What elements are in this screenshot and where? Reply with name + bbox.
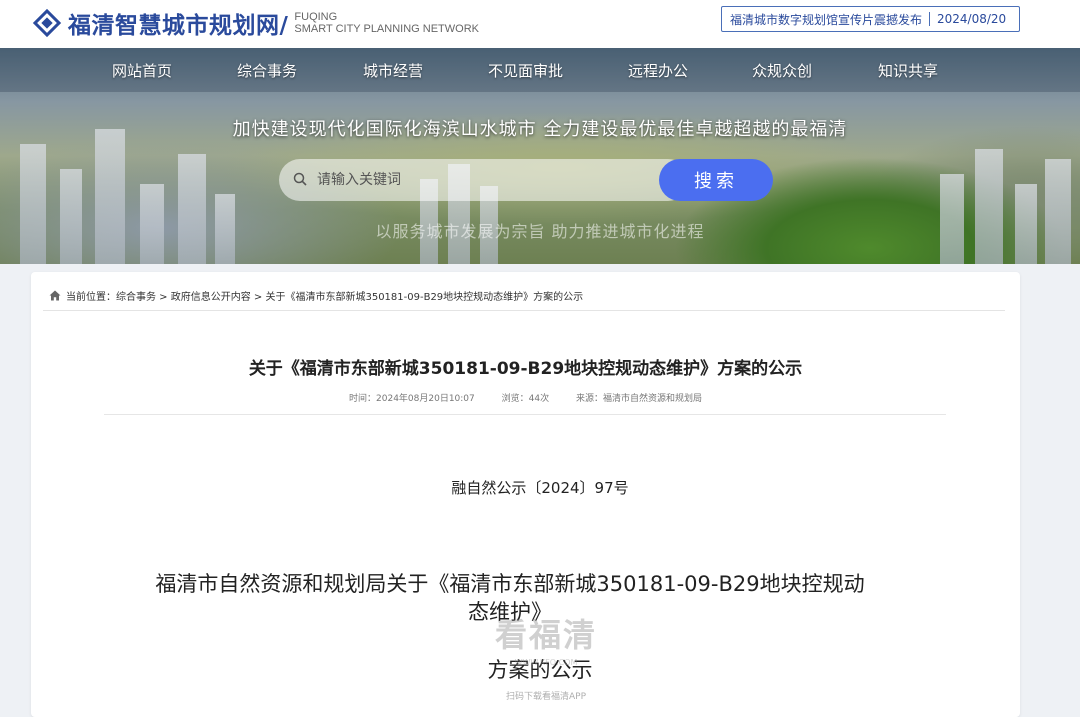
nav-item-home[interactable]: 网站首页 (112, 60, 172, 81)
search-icon (293, 172, 307, 186)
site-subtitle: FUQING SMART CITY PLANNING NETWORK (294, 11, 479, 35)
banner-slogan: 加快建设现代化国际化海滨山水城市 全力建设最优最佳卓越超越的最福清 (232, 119, 848, 140)
document-number: 融自然公示〔2024〕97号 (451, 479, 629, 497)
watermark-name: 看福清 (494, 616, 597, 654)
main-nav: 网站首页 综合事务 城市经营 不见面审批 远程办公 众规众创 知识共享 (0, 48, 1080, 92)
news-ticker[interactable]: 福清城市数字规划馆宣传片震撼发布 2024/08/20 (721, 6, 1020, 32)
banner-sub-slogan: 以服务城市发展为宗旨 助力推进城市化进程 (375, 222, 705, 241)
site-title: 福清智慧城市规划网/ (68, 13, 289, 39)
watermark-line: 扫码下载看福清APP (505, 692, 586, 702)
hero-banner: 网站首页 综合事务 城市经营 不见面审批 远程办公 众规众创 知识共享 加快建设… (0, 48, 1080, 264)
breadcrumb-divider (43, 310, 1005, 311)
nav-item-city-operation[interactable]: 城市经营 (363, 60, 423, 81)
nav-item-general-affairs[interactable]: 综合事务 (237, 60, 297, 81)
breadcrumb-label: 当前位置： (66, 292, 116, 303)
top-header: 福清智慧城市规划网/ FUQING SMART CITY PLANNING NE… (0, 0, 1080, 48)
nav-item-remote-office[interactable]: 远程办公 (628, 60, 688, 81)
body-heading-line-1: 福清市自然资源和规划局关于《福清市东部新城350181-09-B29地块控规动 (155, 572, 865, 596)
watermark-url: WWW.KFQ.COM (514, 658, 578, 667)
site-subtitle-line-2: SMART CITY PLANNING NETWORK (294, 23, 479, 35)
nav-item-public-planning[interactable]: 众规众创 (752, 60, 812, 81)
logo-diamond-icon (32, 8, 62, 38)
news-ticker-text[interactable]: 福清城市数字规划馆宣传片震撼发布 (730, 11, 922, 28)
article-title: 关于《福清市东部新城350181-09-B29地块控规动态维护》方案的公示 (248, 359, 803, 379)
breadcrumb-path[interactable]: 综合事务 > 政府信息公开内容 > 关于《福清市东部新城350181-09-B2… (116, 288, 583, 303)
nav-item-online-approval[interactable]: 不见面审批 (488, 60, 563, 81)
news-ticker-date: 2024/08/20 (937, 12, 1007, 26)
search-bar: 搜索 (279, 159, 774, 201)
search-input[interactable] (279, 159, 689, 201)
news-separator (929, 12, 931, 26)
search-button[interactable]: 搜索 (659, 159, 773, 201)
watermark: 看福清 WWW.KFQ.COM 扫码下载看福清APP (471, 610, 621, 702)
nav-item-knowledge-sharing[interactable]: 知识共享 (878, 60, 938, 81)
article-source: 来源：福清市自然资源和规划局 (575, 394, 702, 404)
site-logo[interactable]: 福清智慧城市规划网/ FUQING SMART CITY PLANNING NE… (32, 6, 479, 40)
home-icon (49, 290, 61, 301)
breadcrumb: 当前位置： 综合事务 > 政府信息公开内容 > 关于《福清市东部新城350181… (49, 288, 583, 303)
meta-divider (104, 414, 946, 415)
article-card: 当前位置： 综合事务 > 政府信息公开内容 > 关于《福清市东部新城350181… (31, 272, 1020, 717)
article-meta: 时间：2024年08月20日10:07 浏览：44次 来源：福清市自然资源和规划… (31, 391, 1020, 404)
article-time: 时间：2024年08月20日10:07 (349, 394, 475, 404)
article-views: 浏览：44次 (501, 394, 550, 404)
site-subtitle-line-1: FUQING (294, 11, 338, 23)
